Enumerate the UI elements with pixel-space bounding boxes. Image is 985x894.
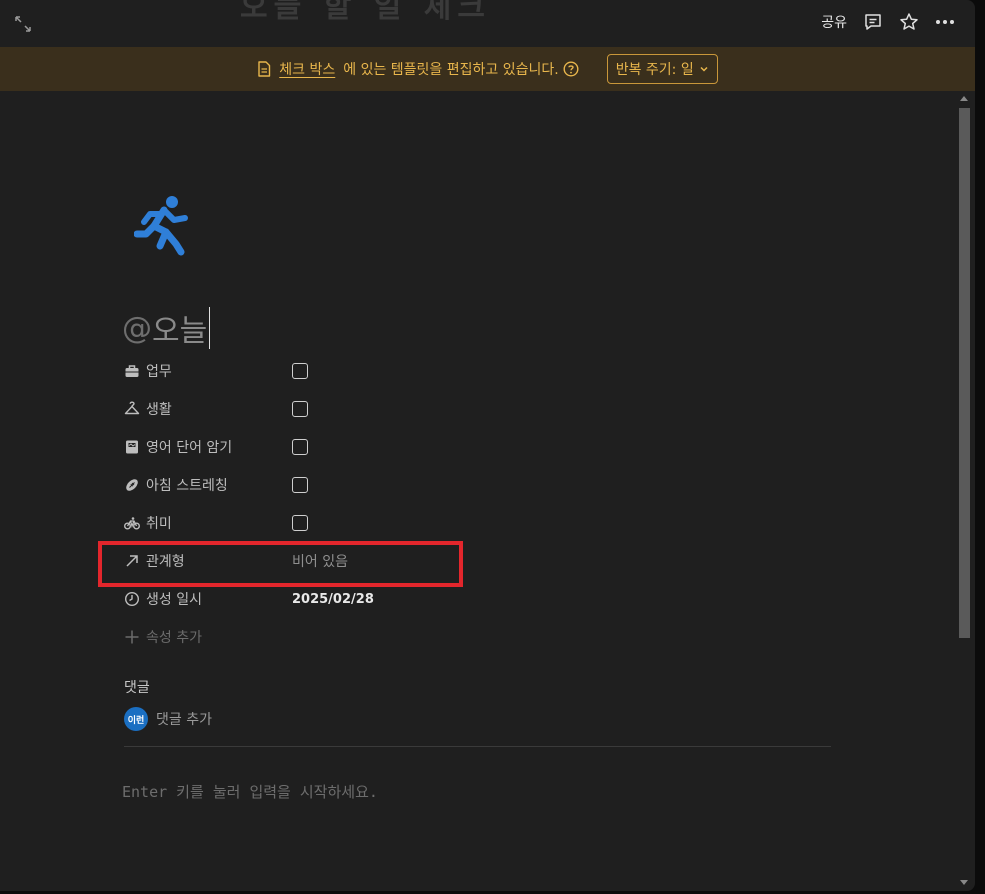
scroll-down-arrow[interactable] (960, 880, 968, 885)
hanger-icon (124, 401, 140, 415)
comments-heading: 댓글 (124, 680, 150, 696)
more-icon[interactable] (935, 12, 955, 32)
title-text: 오늘 (152, 314, 208, 349)
plus-icon (125, 630, 139, 644)
property-label: 영어 단어 암기 (146, 440, 233, 456)
text-caret (209, 307, 211, 349)
checkbox[interactable] (292, 477, 308, 493)
property-label: 업무 (146, 364, 172, 380)
clock-icon (124, 591, 140, 607)
property-name[interactable]: 취미 (124, 513, 292, 533)
checkbox[interactable] (292, 439, 308, 455)
star-icon[interactable] (899, 12, 919, 32)
title-prefix: @ (122, 310, 152, 346)
property-row-english-words[interactable]: 영어 단어 암기 (124, 432, 824, 462)
checkbox[interactable] (292, 363, 308, 379)
property-name[interactable]: 업무 (124, 361, 292, 381)
help-icon[interactable] (563, 61, 579, 77)
template-source-link[interactable]: 체크 박스 (279, 59, 335, 79)
property-name[interactable]: 생성 일시 (124, 589, 292, 609)
property-name[interactable]: 생활 (124, 399, 292, 419)
highlight-box (98, 541, 463, 587)
add-property[interactable]: 속성 추가 (124, 627, 292, 647)
checkbox[interactable] (292, 515, 308, 531)
checkbox[interactable] (292, 401, 308, 417)
banner-message: 에 있는 템플릿을 편집하고 있습니다. (343, 62, 559, 78)
scroll-up-arrow[interactable] (960, 96, 968, 101)
page-title[interactable]: @ 오늘 (122, 306, 211, 350)
property-row-work[interactable]: 업무 (124, 356, 824, 386)
add-comment-row[interactable]: 이런 댓글 추가 (124, 707, 212, 731)
scrollbar-thumb[interactable] (959, 108, 970, 638)
property-row-hobby[interactable]: 취미 (124, 508, 824, 538)
comment-icon[interactable] (863, 12, 883, 32)
repeat-interval-button[interactable]: 반복 주기: 일 (606, 54, 718, 84)
property-name[interactable]: 영어 단어 암기 (124, 437, 292, 457)
share-button[interactable]: 공유 (821, 12, 847, 32)
property-row-created-time[interactable]: 생성 일시 2025/02/28 (124, 584, 824, 614)
template-edit-banner: 체크 박스 에 있는 템플릿을 편집하고 있습니다. 반복 주기: 일 (0, 47, 975, 91)
page-window: 오늘 할 일 체크 공유 체크 박스 에 있는 템플릿을 편집하고 있습니다. (0, 0, 975, 891)
property-label: 취미 (146, 516, 172, 532)
add-comment-input[interactable]: 댓글 추가 (156, 709, 212, 729)
add-property-label: 속성 추가 (146, 630, 202, 646)
expand-icon[interactable] (14, 15, 32, 33)
add-property-button[interactable]: 속성 추가 (124, 622, 824, 652)
top-bar: 공유 (0, 0, 975, 47)
property-label: 생성 일시 (146, 592, 202, 608)
scrollbar[interactable] (956, 92, 973, 891)
briefcase-icon (125, 365, 139, 377)
created-time-value: 2025/02/28 (292, 591, 374, 607)
top-actions: 공유 (821, 12, 955, 32)
property-row-morning-stretch[interactable]: 아침 스트레칭 (124, 470, 824, 500)
book-icon (126, 440, 138, 454)
document-icon (258, 61, 271, 77)
repeat-interval-label: 반복 주기: 일 (615, 62, 694, 78)
divider (124, 746, 831, 747)
property-name[interactable]: 아침 스트레칭 (124, 475, 292, 495)
property-label: 생활 (146, 402, 172, 418)
page-body-placeholder[interactable]: Enter 키를 눌러 입력을 시작하세요. (122, 781, 378, 802)
property-row-life[interactable]: 생활 (124, 394, 824, 424)
running-person-icon[interactable] (134, 194, 190, 256)
chevron-down-icon (700, 66, 708, 72)
property-label: 아침 스트레칭 (146, 478, 228, 494)
football-icon (126, 479, 138, 491)
avatar: 이런 (124, 707, 148, 731)
bicycle-icon (124, 517, 140, 530)
